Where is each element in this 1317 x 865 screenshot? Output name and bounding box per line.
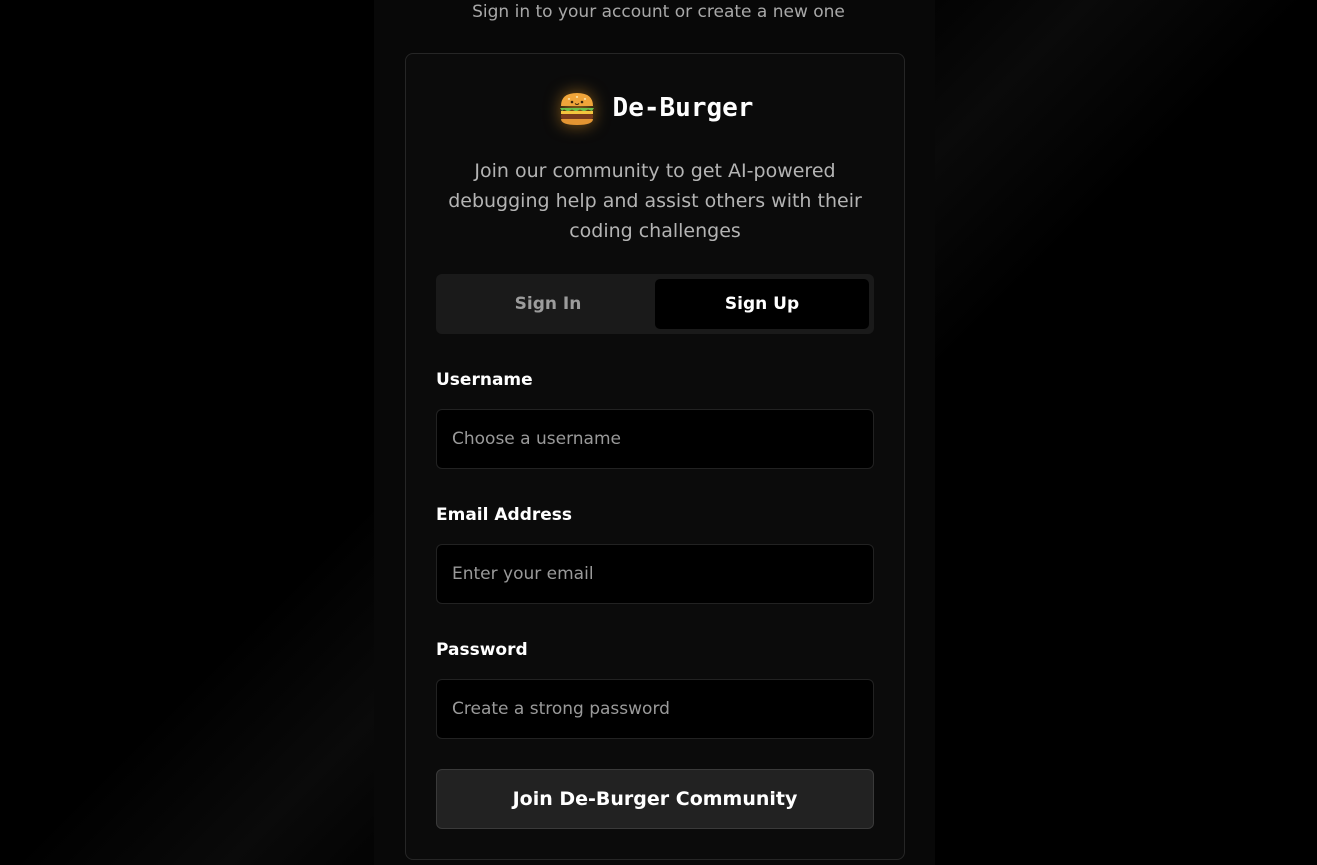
auth-tabs: Sign In Sign Up [436,274,874,334]
tab-sign-in[interactable]: Sign In [441,279,655,329]
burger-icon [557,88,597,128]
brand-header: De-Burger [406,88,904,128]
tab-sign-up[interactable]: Sign Up [655,279,869,329]
brand-name: De-Burger [612,93,754,123]
username-label: Username [436,370,533,390]
email-label: Email Address [436,505,573,525]
join-community-button[interactable]: Join De-Burger Community [436,769,874,829]
email-field[interactable] [436,544,874,604]
password-label: Password [436,640,528,660]
brand-tagline: Join our community to get AI-powered deb… [448,160,862,242]
password-field[interactable] [436,679,874,739]
username-field[interactable] [436,409,874,469]
page-subtitle: Sign in to your account or create a new … [472,2,845,22]
auth-card: De-Burger Join our community to get AI-p… [405,53,905,860]
